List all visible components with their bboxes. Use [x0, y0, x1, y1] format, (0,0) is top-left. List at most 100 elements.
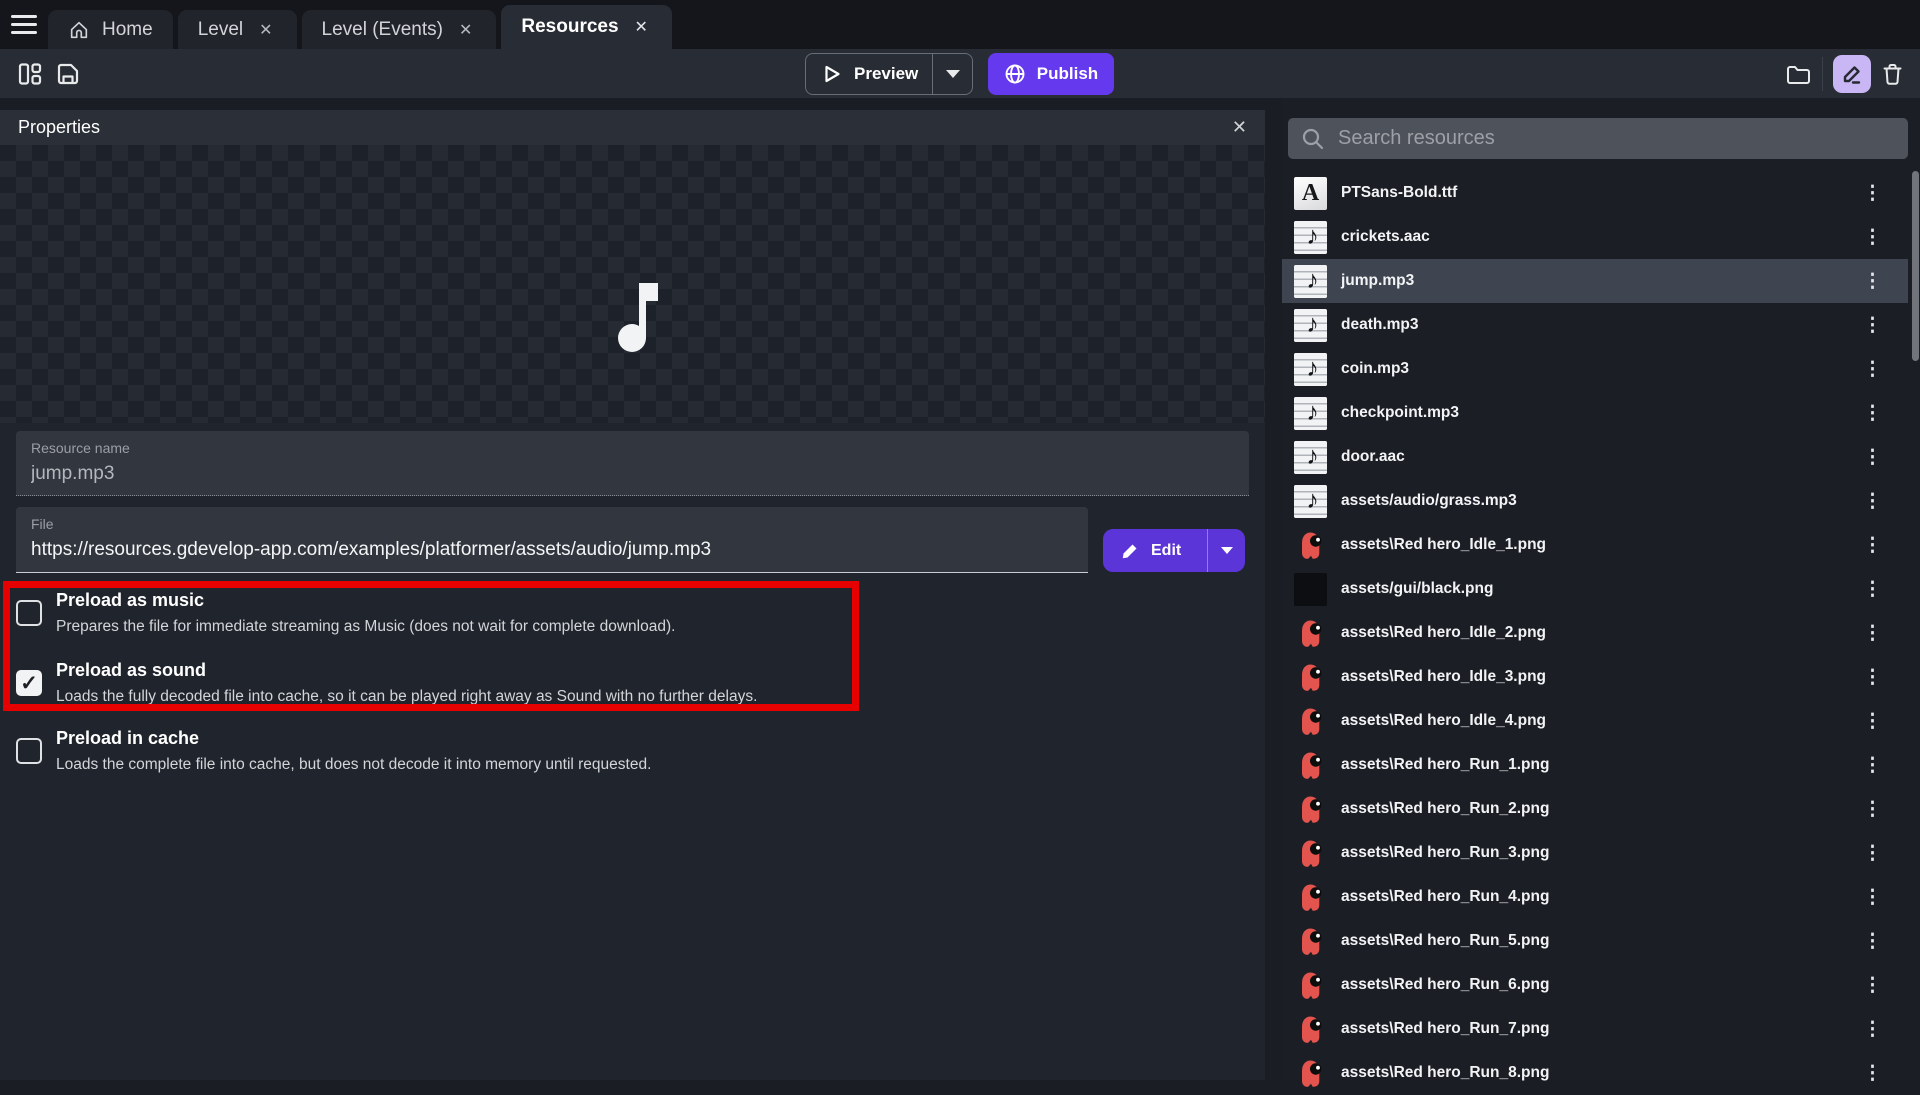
resource-name-label: assets\Red hero_Run_8.png: [1341, 1064, 1549, 1082]
kebab-menu-icon[interactable]: ⋮: [1859, 840, 1886, 867]
list-item[interactable]: assets\Red hero_Run_1.png⋮: [1282, 743, 1908, 787]
list-item[interactable]: ♪death.mp3⋮: [1282, 303, 1908, 347]
kebab-menu-icon[interactable]: ⋮: [1859, 664, 1886, 691]
resource-name-label: assets\Red hero_Idle_1.png: [1341, 536, 1546, 554]
checkbox-preload-as-sound[interactable]: ✓: [16, 670, 42, 696]
kebab-menu-icon[interactable]: ⋮: [1859, 312, 1886, 339]
edit-resource-button-active[interactable]: [1833, 55, 1871, 93]
file-url-field[interactable]: File https://resources.gdevelop-app.com/…: [16, 507, 1088, 573]
edit-button[interactable]: Edit: [1103, 529, 1207, 572]
kebab-menu-icon[interactable]: ⋮: [1859, 444, 1886, 471]
preview-button[interactable]: Preview: [806, 54, 932, 94]
tab-home[interactable]: Home: [48, 10, 173, 49]
kebab-menu-icon[interactable]: ⋮: [1859, 180, 1886, 207]
preview-label: Preview: [854, 64, 918, 84]
kebab-menu-icon[interactable]: ⋮: [1859, 1060, 1886, 1087]
kebab-menu-icon[interactable]: ⋮: [1859, 972, 1886, 999]
folder-icon: [1785, 61, 1812, 88]
list-item[interactable]: assets\Red hero_Idle_4.png⋮: [1282, 699, 1908, 743]
list-item[interactable]: assets\Red hero_Run_2.png ⋮: [1282, 787, 1908, 831]
resource-name-label: assets\Red hero_Idle_2.png: [1341, 624, 1546, 642]
tab-label: Level: [198, 19, 243, 41]
tab-level[interactable]: Level ✕: [178, 10, 297, 49]
home-icon: [68, 19, 90, 41]
checkbox-preload-as-music[interactable]: [16, 600, 42, 626]
resource-name-label: assets\Red hero_Run_2.png: [1341, 800, 1549, 818]
tab-level-events[interactable]: Level (Events) ✕: [302, 10, 497, 49]
resource-name-label: assets\Red hero_Run_5.png: [1341, 932, 1549, 950]
list-item[interactable]: assets\Red hero_Idle_2.png ⋮: [1282, 611, 1908, 655]
publish-button[interactable]: Publish: [988, 53, 1114, 95]
option-label[interactable]: Preload as sound: [56, 660, 1026, 681]
toggle-panels-button[interactable]: [14, 58, 46, 90]
properties-header: Properties ✕: [0, 110, 1265, 145]
close-tab-icon[interactable]: ✕: [255, 18, 276, 42]
option-label[interactable]: Preload as music: [56, 590, 1026, 611]
resource-name-label: assets\Red hero_Run_4.png: [1341, 888, 1549, 906]
checkbox-preload-in-cache[interactable]: [16, 738, 42, 764]
preview-options-dropdown[interactable]: [933, 54, 972, 94]
music-note-icon: [613, 281, 659, 353]
kebab-menu-icon[interactable]: ⋮: [1859, 488, 1886, 515]
list-item[interactable]: ♪jump.mp3⋮: [1282, 259, 1908, 303]
kebab-menu-icon[interactable]: ⋮: [1859, 884, 1886, 911]
hamburger-menu-icon[interactable]: [0, 0, 48, 49]
field-label: Resource name: [31, 440, 1234, 456]
kebab-menu-icon[interactable]: ⋮: [1859, 708, 1886, 735]
kebab-menu-icon[interactable]: ⋮: [1859, 752, 1886, 779]
edit-options-dropdown[interactable]: [1208, 529, 1245, 572]
black-image-icon: [1294, 573, 1327, 606]
kebab-menu-icon[interactable]: ⋮: [1859, 268, 1886, 295]
save-button[interactable]: [52, 58, 84, 90]
list-item[interactable]: assets\Red hero_Run_3.png⋮: [1282, 831, 1908, 875]
kebab-menu-icon[interactable]: ⋮: [1859, 576, 1886, 603]
kebab-menu-icon[interactable]: ⋮: [1859, 1016, 1886, 1043]
list-item[interactable]: ♪checkpoint.mp3⋮: [1282, 391, 1908, 435]
scrollbar-thumb[interactable]: [1912, 171, 1919, 361]
resource-name-field[interactable]: Resource name jump.mp3: [16, 431, 1249, 496]
delete-resource-button[interactable]: [1876, 58, 1908, 90]
tab-resources[interactable]: Resources ✕: [501, 5, 672, 49]
open-project-folder-button[interactable]: [1782, 58, 1814, 90]
list-item[interactable]: ♪crickets.aac⋮: [1282, 215, 1908, 259]
option-label[interactable]: Preload in cache: [56, 728, 1026, 749]
resource-name-label: assets/gui/black.png: [1341, 580, 1493, 598]
pencil-icon: [1121, 542, 1139, 560]
search-input[interactable]: [1338, 127, 1895, 150]
search-box[interactable]: [1288, 118, 1908, 159]
list-item[interactable]: assets\Red hero_Run_8.png ⋮: [1282, 1051, 1908, 1095]
kebab-menu-icon[interactable]: ⋮: [1859, 224, 1886, 251]
option-description: Loads the complete file into cache, but …: [56, 756, 1026, 774]
red-hero-sprite-icon: [1294, 529, 1327, 562]
field-value: https://resources.gdevelop-app.com/examp…: [31, 539, 1073, 561]
close-panel-icon[interactable]: ✕: [1232, 117, 1247, 138]
list-item[interactable]: ♪assets/audio/grass.mp3⋮: [1282, 479, 1908, 523]
list-item[interactable]: APTSans-Bold.ttf⋮: [1282, 171, 1908, 215]
list-item[interactable]: ♪coin.mp3⋮: [1282, 347, 1908, 391]
list-item[interactable]: ♪door.aac⋮: [1282, 435, 1908, 479]
audio-file-icon: ♪: [1294, 221, 1327, 254]
panel-title: Properties: [18, 117, 100, 138]
audio-file-icon: ♪: [1294, 485, 1327, 518]
list-item[interactable]: assets/gui/black.png ⋮: [1282, 567, 1908, 611]
kebab-menu-icon[interactable]: ⋮: [1859, 796, 1886, 823]
list-item[interactable]: assets\Red hero_Idle_3.png⋮: [1282, 655, 1908, 699]
divider: [1822, 57, 1823, 91]
kebab-menu-icon[interactable]: ⋮: [1859, 356, 1886, 383]
close-tab-icon[interactable]: ✕: [631, 15, 652, 39]
list-item[interactable]: assets\Red hero_Run_4.png ⋮: [1282, 875, 1908, 919]
kebab-menu-icon[interactable]: ⋮: [1859, 400, 1886, 427]
kebab-menu-icon[interactable]: ⋮: [1859, 532, 1886, 559]
red-hero-sprite-icon: [1294, 925, 1327, 958]
list-item[interactable]: assets\Red hero_Run_6.png⋮: [1282, 963, 1908, 1007]
panels-layout-icon: [17, 61, 43, 87]
font-file-icon: A: [1294, 177, 1327, 210]
kebab-menu-icon[interactable]: ⋮: [1859, 620, 1886, 647]
list-item[interactable]: assets\Red hero_Idle_1.png ⋮: [1282, 523, 1908, 567]
kebab-menu-icon[interactable]: ⋮: [1859, 928, 1886, 955]
close-tab-icon[interactable]: ✕: [455, 18, 476, 42]
resource-name-label: death.mp3: [1341, 316, 1419, 334]
list-item[interactable]: assets\Red hero_Run_5.png ⋮: [1282, 919, 1908, 963]
resource-name-label: coin.mp3: [1341, 360, 1409, 378]
list-item[interactable]: assets\Red hero_Run_7.png⋮: [1282, 1007, 1908, 1051]
